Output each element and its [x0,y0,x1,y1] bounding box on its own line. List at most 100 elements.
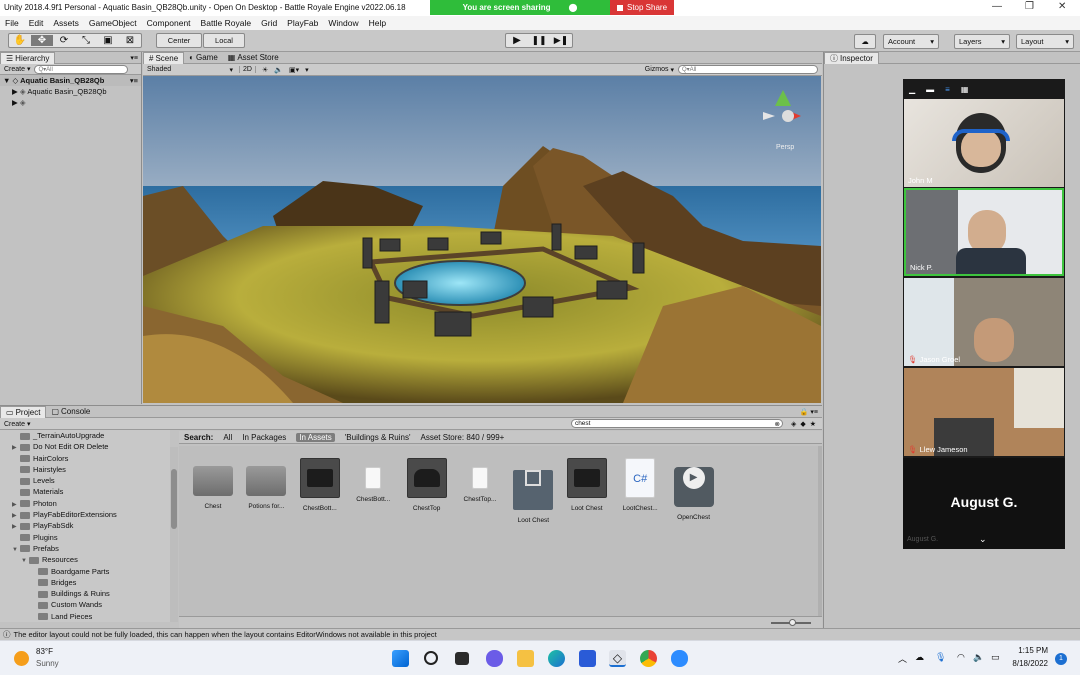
gallery-view-icon[interactable]: ▦ [961,85,969,94]
asset-item[interactable]: ChestBott... [294,458,346,512]
folder-row[interactable]: Buildings & Ruins [0,588,170,599]
folder-row[interactable]: ▼ Resources [0,554,170,565]
chrome-icon[interactable] [640,650,657,667]
step-icon[interactable]: ▶❚ [550,35,572,46]
zoom-icon[interactable] [671,650,688,667]
video-tile[interactable]: 🎙 Llew Jameson [904,368,1064,456]
folder-row[interactable]: ▶ Photon [0,498,170,509]
menu-item[interactable]: Grid [256,16,282,30]
hierarchy-search-input[interactable]: Q▾All [34,64,129,74]
weather-temp[interactable]: 83°F [36,647,53,656]
stop-share-button[interactable]: Stop Share [610,0,674,15]
hidden-objects-icon[interactable]: ▾ [305,66,309,74]
task-view-icon[interactable] [455,652,469,665]
folder-row[interactable]: Plugins [0,532,170,543]
unity-icon[interactable]: ◇ [609,650,626,667]
audio-icon[interactable]: 🔈 [274,66,283,74]
scope-in-packages[interactable]: In Packages [242,433,286,442]
sun-icon[interactable] [14,651,29,666]
menu-item[interactable]: GameObject [84,16,142,30]
hand-tool-icon[interactable]: ✋ [9,35,31,46]
pivot-toggle[interactable]: Center [156,33,202,48]
menu-item[interactable]: File [0,16,24,30]
tab-project[interactable]: ▭ Project [0,405,47,418]
menu-item[interactable]: Component [142,16,196,30]
close-icon[interactable]: ✕ [1058,1,1066,12]
pause-icon[interactable]: ❚❚ [528,35,550,46]
expand-arrow-icon[interactable]: ▼ [12,545,20,556]
shading-dropdown[interactable]: Shaded ▾ [147,66,233,74]
layout-dropdown[interactable]: Layout ▾ [1016,34,1074,49]
tab-hierarchy[interactable]: ☰ Hierarchy [0,51,56,64]
gizmos-dropdown[interactable]: Gizmos ▾ [645,66,674,74]
tab-console[interactable]: ▢ Console [46,406,95,418]
clock-date[interactable]: 8/18/2022 [1004,659,1048,668]
collapse-arrow-icon[interactable]: ▶ [12,98,18,107]
folder-row[interactable]: Materials [0,486,170,497]
asset-item[interactable]: C# LootChest... [614,458,666,512]
move-tool-icon[interactable]: ✥ [31,35,53,46]
folder-row[interactable]: HairColors [0,453,170,464]
folder-row[interactable]: Levels [0,475,170,486]
space-toggle[interactable]: Local [203,33,245,48]
folder-tree-scrollbar[interactable] [170,447,178,622]
menu-item[interactable]: Window [323,16,363,30]
video-tile[interactable]: Nick P. [904,188,1064,276]
weather-status[interactable]: Sunny [36,659,59,668]
panel-menu-icon[interactable]: ▾≡ [130,54,138,62]
folder-row[interactable]: Land Pieces [0,611,170,622]
search-icon[interactable] [424,651,438,665]
folder-row[interactable]: ▶ Do Not Edit OR Delete [0,441,170,452]
expand-arrow-icon[interactable]: ▼ [21,556,29,567]
chat-icon[interactable] [486,650,503,667]
layers-dropdown[interactable]: Layers ▾ [954,34,1010,49]
minimize-icon[interactable]: ▁ [909,85,915,94]
folder-row[interactable]: _TerrainAutoUpgrade [0,430,170,441]
asset-item[interactable]: Loot Chest [561,458,613,512]
cloud-button[interactable]: ☁ [854,34,876,49]
asset-item[interactable]: ▶ OpenChest [668,458,720,521]
chevron-down-icon[interactable]: ⌄ [979,534,987,545]
notification-badge[interactable]: 1 [1055,653,1067,665]
microphone-icon[interactable]: 🎙 [935,652,946,663]
clock-time[interactable]: 1:15 PM [1012,646,1048,655]
asset-item[interactable]: ChestBott... [347,458,399,503]
scope-all[interactable]: All [223,433,232,442]
panel-menu-icon[interactable]: 🔒 ▾≡ [800,408,818,416]
video-tile[interactable]: John M [904,99,1064,187]
asset-item[interactable]: Chest [187,458,239,510]
filter-label-icon[interactable]: ◆ [800,420,805,428]
menu-item[interactable]: Edit [24,16,49,30]
battery-icon[interactable]: ▭ [991,652,1000,663]
hierarchy-item[interactable]: ▶ ◈ Aquatic Basin_QB28Qb [0,86,141,97]
menu-item[interactable]: Assets [48,16,84,30]
filter-type-icon[interactable]: ◈ [791,420,796,428]
folder-row[interactable]: Bridges [0,577,170,588]
tab-scene[interactable]: # Scene [143,51,185,64]
scope-in-assets[interactable]: In Assets [296,432,335,442]
lighting-icon[interactable]: ☀ [262,66,268,74]
scene-viewport[interactable]: Persp [143,76,821,403]
sidebar-view-icon[interactable]: ≡ [945,85,950,94]
scene-menu-icon[interactable]: ▾≡ [130,75,138,86]
rect-tool-icon[interactable]: ▣ [97,35,119,46]
folder-row[interactable]: ▶ PlayFabEditorExtensions [0,509,170,520]
favorite-icon[interactable]: ★ [810,420,816,428]
menu-item[interactable]: Battle Royale [196,16,257,30]
scope-asset-store[interactable]: Asset Store: 840 / 999+ [421,433,505,442]
scale-tool-icon[interactable]: ⤡ [75,35,97,46]
project-create-button[interactable]: Create ▾ [4,420,30,428]
project-search-input[interactable]: chest ⊗ [570,419,783,428]
expand-arrow-icon[interactable]: ▼ [3,76,10,85]
menu-item[interactable]: PlayFab [282,16,323,30]
edge-icon[interactable] [548,650,565,667]
tab-inspector[interactable]: ⓘ Inspector [824,51,879,64]
asset-item[interactable]: Loot Chest [507,458,559,524]
file-explorer-icon[interactable] [517,650,534,667]
folder-row[interactable]: ▶ PlayFabSdk [0,520,170,531]
transform-tool-icon[interactable]: ⊠ [119,35,141,46]
asset-grid-scrollbar[interactable] [818,446,822,616]
account-dropdown[interactable]: Account ▾ [883,34,939,49]
scope-folder[interactable]: 'Buildings & Ruins' [345,433,411,442]
menu-item[interactable]: Help [364,16,391,30]
